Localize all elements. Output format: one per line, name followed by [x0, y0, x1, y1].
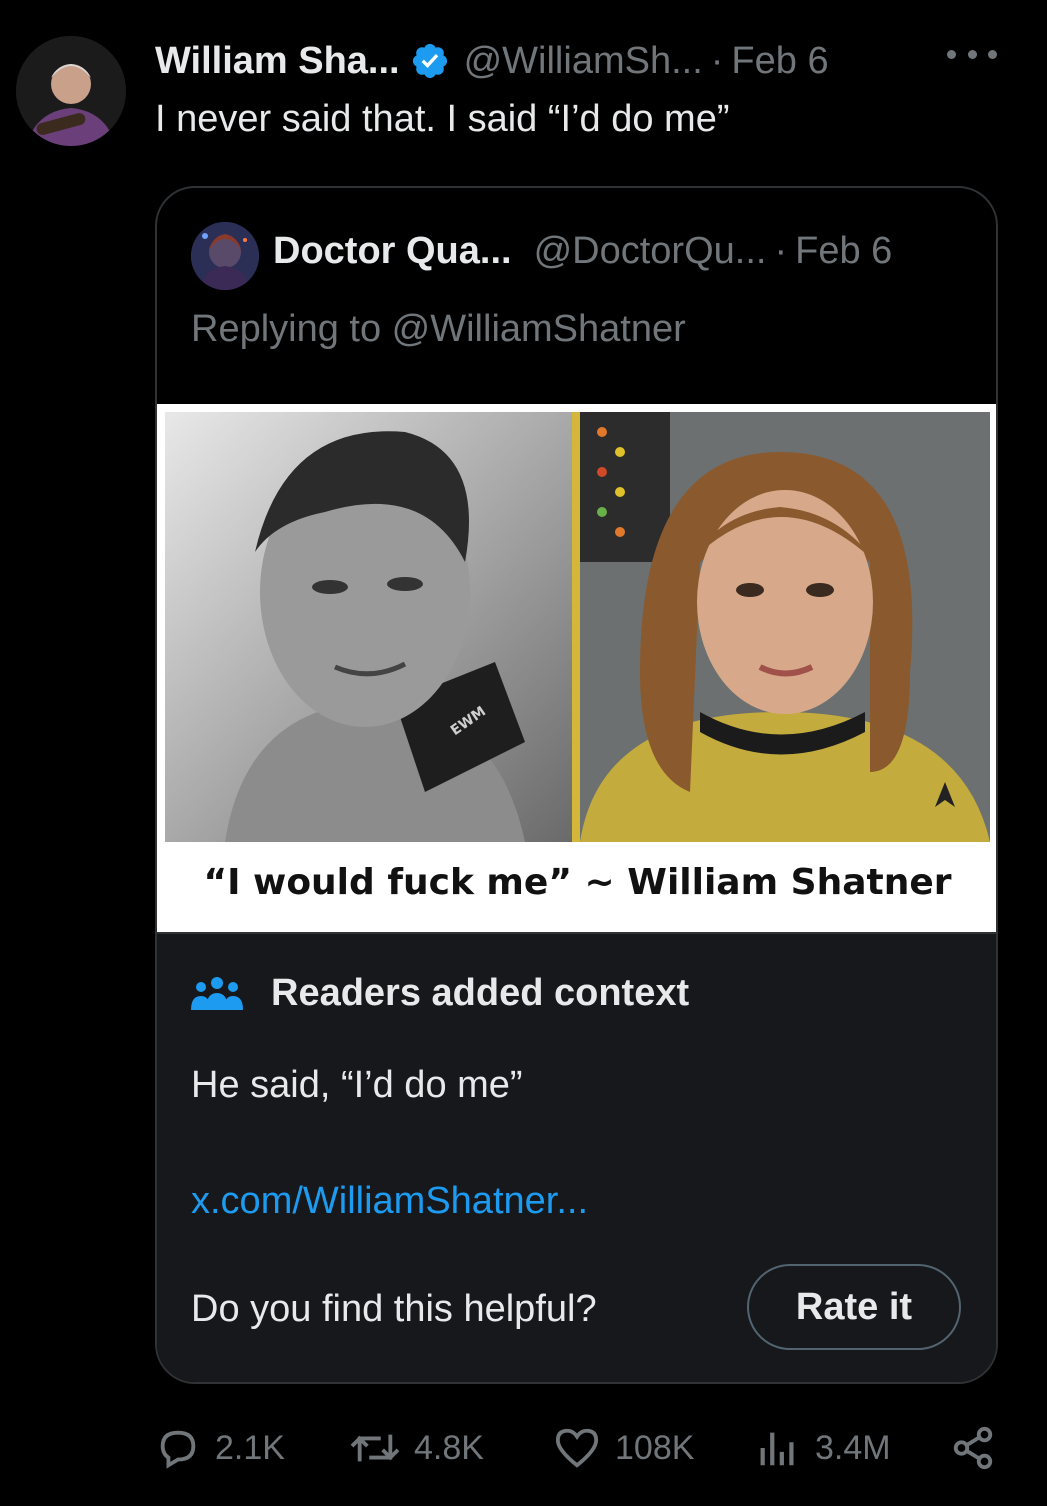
tweet-header: William Sha... @WilliamSh... · Feb 6 [155, 34, 1007, 88]
reply-count: 2.1K [215, 1428, 285, 1467]
avatar-image [16, 36, 126, 146]
community-note-title[interactable]: Readers added context [191, 972, 689, 1015]
heart-icon [555, 1428, 599, 1468]
reply-icon [160, 1430, 196, 1469]
more-options-icon[interactable] [947, 44, 997, 64]
share-icon [953, 1426, 993, 1470]
quoted-avatar-image [191, 222, 259, 290]
photo-divider [572, 412, 580, 842]
meme-caption: “I would fuck me” ~ William Shatner [203, 862, 952, 903]
quoted-header: Doctor Qua... @DoctorQu... · Feb 6 [273, 230, 892, 273]
quoted-date[interactable]: Feb 6 [795, 230, 892, 273]
author-handle[interactable]: @WilliamSh... [464, 40, 703, 83]
repost-count: 4.8K [414, 1428, 484, 1467]
views-action[interactable]: 3.4M [755, 1425, 891, 1471]
repost-action[interactable]: 4.8K [350, 1425, 484, 1471]
helpful-question: Do you find this helpful? [191, 1288, 597, 1330]
views-icon [760, 1432, 794, 1466]
tweet-text: I never said that. I said “I’d do me” [155, 98, 730, 140]
community-note-link[interactable]: x.com/WilliamShatner... [191, 1180, 588, 1223]
readers-icon [191, 976, 243, 1010]
replying-to-text[interactable]: Replying to @WilliamShatner [191, 308, 686, 351]
share-action[interactable] [950, 1425, 1010, 1471]
repost-icon [350, 1434, 400, 1462]
quoted-separator-dot: · [774, 230, 788, 272]
action-bar: 2.1K 4.8K 108K 3.4M [155, 1420, 1000, 1476]
like-action[interactable]: 108K [553, 1425, 694, 1471]
community-note-title-text: Readers added context [271, 972, 690, 1014]
community-note: Readers added context He said, “I’d do m… [157, 932, 996, 1382]
reply-action[interactable]: 2.1K [155, 1425, 285, 1471]
separator-dot: · [710, 39, 724, 82]
verified-badge-icon[interactable] [410, 41, 450, 81]
quoted-author-name[interactable]: Doctor Qua... [273, 230, 512, 273]
photo-left: EWM [165, 412, 572, 842]
like-count: 108K [615, 1428, 695, 1467]
photo-right [580, 412, 990, 842]
author-avatar[interactable] [16, 36, 126, 146]
community-note-body: He said, “I’d do me” [191, 1064, 523, 1106]
quoted-tweet[interactable]: Doctor Qua... @DoctorQu... · Feb 6 Reply… [155, 186, 998, 1384]
tweet-date[interactable]: Feb 6 [731, 40, 828, 83]
quoted-author-avatar[interactable] [191, 222, 259, 290]
rate-it-button[interactable]: Rate it [747, 1264, 961, 1350]
meme-image[interactable]: EWM “I would fuck me” ~ William Shatner [157, 404, 996, 932]
quoted-author-handle[interactable]: @DoctorQu... [534, 230, 767, 273]
views-count: 3.4M [815, 1428, 891, 1467]
author-name[interactable]: William Sha... [155, 40, 400, 83]
